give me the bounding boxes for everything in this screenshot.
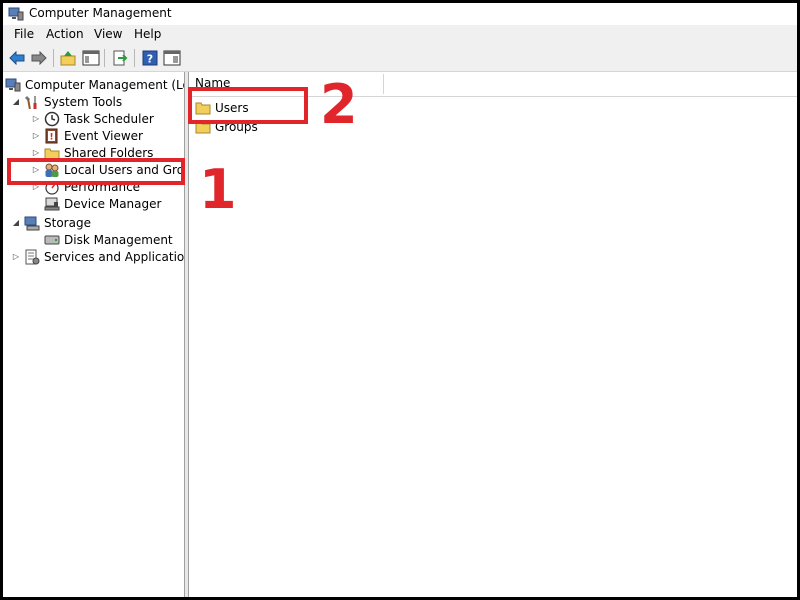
toolbar: ? — [3, 45, 797, 72]
toolbar-separator — [53, 49, 54, 67]
menu-bar: File Action View Help — [3, 25, 797, 45]
menu-file[interactable]: File — [12, 27, 36, 41]
services-icon — [24, 249, 40, 265]
svg-text:!: ! — [49, 132, 53, 142]
menu-action[interactable]: Action — [44, 27, 86, 41]
navigation-tree[interactable]: Computer Management (Local ◢ System Tool… — [3, 72, 185, 597]
computer-management-icon — [8, 7, 24, 21]
forward-icon[interactable] — [29, 48, 49, 68]
tree-item-label: Storage — [44, 215, 91, 230]
toolbar-separator — [104, 49, 105, 67]
properties-icon[interactable] — [162, 48, 182, 68]
computer-management-icon — [5, 77, 21, 93]
window-title: Computer Management — [29, 6, 172, 20]
tree-item-label: System Tools — [44, 94, 123, 109]
system-tools-icon — [24, 94, 40, 110]
highlight-box-step-2 — [188, 87, 308, 124]
expanded-arrow-icon[interactable]: ◢ — [11, 218, 21, 227]
step-number-1: 1 — [199, 158, 237, 221]
tree-item-task-scheduler[interactable]: ▷ Task Scheduler — [31, 110, 154, 127]
tree-item-disk-management[interactable]: Disk Management — [44, 231, 173, 248]
menu-view[interactable]: View — [92, 27, 124, 41]
back-icon[interactable] — [7, 48, 27, 68]
step-number-2: 2 — [320, 73, 358, 136]
title-bar: Computer Management — [3, 3, 797, 25]
tree-item-label: Computer Management (Local — [25, 77, 184, 92]
storage-icon — [24, 215, 40, 231]
details-pane: Name Users Groups — [189, 72, 797, 597]
tree-item-label: Event Viewer — [64, 128, 143, 143]
show-hide-tree-icon[interactable] — [81, 48, 101, 68]
tree-item-label: Task Scheduler — [64, 111, 154, 126]
collapsed-arrow-icon[interactable]: ▷ — [31, 148, 41, 157]
export-list-icon[interactable] — [110, 48, 130, 68]
disk-management-icon — [44, 232, 60, 248]
tree-item-computer-management[interactable]: Computer Management (Local — [5, 76, 184, 93]
svg-text:?: ? — [147, 53, 153, 66]
clock-icon — [44, 111, 60, 127]
tree-item-label: Disk Management — [64, 232, 173, 247]
tree-item-label: Device Manager — [64, 196, 162, 211]
help-icon[interactable]: ? — [140, 48, 160, 68]
collapsed-arrow-icon[interactable]: ▷ — [31, 114, 41, 123]
menu-help[interactable]: Help — [132, 27, 163, 41]
tree-item-system-tools[interactable]: ◢ System Tools — [11, 93, 122, 110]
collapsed-arrow-icon[interactable]: ▷ — [11, 252, 21, 261]
tree-item-event-viewer[interactable]: ▷ ! Event Viewer — [31, 127, 143, 144]
tree-item-services-and-applications[interactable]: ▷ Services and Applications — [11, 248, 185, 265]
event-viewer-icon: ! — [44, 128, 60, 144]
toolbar-separator — [134, 49, 135, 67]
highlight-box-step-1 — [7, 158, 185, 185]
up-icon[interactable] — [58, 48, 78, 68]
device-manager-icon — [44, 196, 60, 212]
tree-item-storage[interactable]: ◢ Storage — [11, 214, 91, 231]
expanded-arrow-icon[interactable]: ◢ — [11, 97, 21, 106]
tree-item-device-manager[interactable]: Device Manager — [44, 195, 161, 212]
tree-item-label: Services and Applications — [44, 249, 185, 264]
column-divider[interactable] — [383, 74, 384, 94]
collapsed-arrow-icon[interactable]: ▷ — [31, 131, 41, 140]
